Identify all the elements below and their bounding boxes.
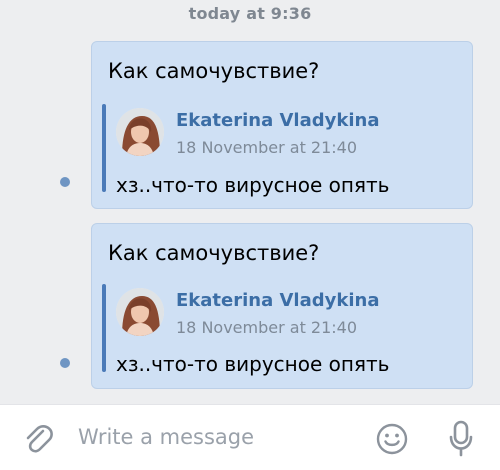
avatar[interactable] <box>116 288 164 336</box>
avatar[interactable] <box>116 108 164 156</box>
message-text: Как самочувствие? <box>108 59 320 83</box>
forward-accent-bar <box>102 284 106 372</box>
chat-history[interactable]: today at 9:36 Как самочувствие? Ekaterin… <box>0 0 500 404</box>
forward-timestamp: 18 November at 21:40 <box>176 138 358 157</box>
unread-indicator <box>60 177 70 187</box>
message-composer <box>0 404 500 470</box>
avatar-photo <box>116 108 164 156</box>
message-text: Как самочувствие? <box>108 241 320 265</box>
unread-indicator <box>60 358 70 368</box>
forward-text: хз..что-то вирусное опять <box>116 173 390 197</box>
message-bubble[interactable]: Как самочувствие? Ekaterina Vladykina 18… <box>91 41 473 209</box>
avatar-photo <box>116 288 164 336</box>
date-separator: today at 9:36 <box>188 4 312 23</box>
forward-author-link[interactable]: Ekaterina Vladykina <box>176 290 379 311</box>
forward-author-link[interactable]: Ekaterina Vladykina <box>176 110 379 131</box>
message-input[interactable] <box>78 419 358 455</box>
forward-text: хз..что-то вирусное опять <box>116 352 390 376</box>
forward-timestamp: 18 November at 21:40 <box>176 318 358 337</box>
message-bubble[interactable]: Как самочувствие? Ekaterina Vladykina 18… <box>91 223 473 389</box>
forward-accent-bar <box>102 104 106 192</box>
microphone-icon[interactable] <box>448 420 474 458</box>
paperclip-icon[interactable] <box>21 422 55 456</box>
smiley-icon[interactable] <box>375 422 409 456</box>
